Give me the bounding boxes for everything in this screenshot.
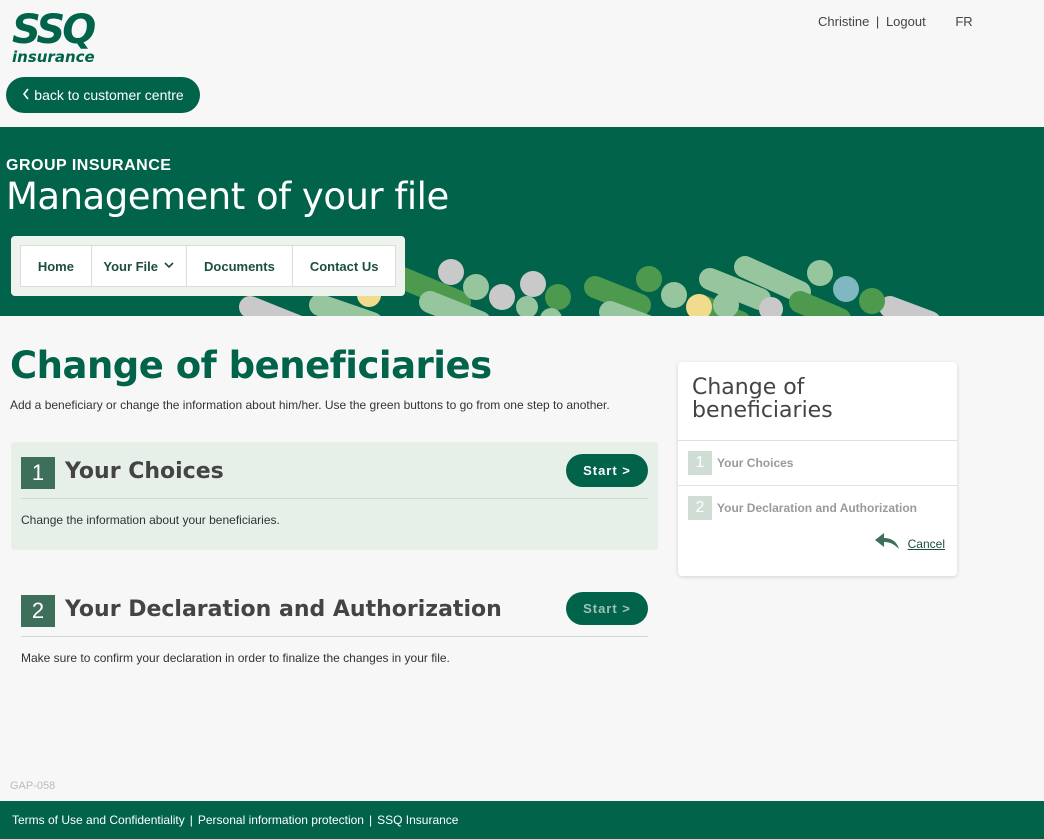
step-title: Your Declaration and Authorization (65, 597, 502, 622)
language-toggle[interactable]: FR (955, 14, 972, 29)
sidebar-item-your-choices[interactable]: 1 Your Choices (688, 451, 793, 475)
ssq-logo[interactable]: SSQ insurance (12, 10, 112, 66)
start-button[interactable]: Start > (566, 592, 648, 625)
sidebar-item-label: Your Declaration and Authorization (717, 501, 918, 515)
nav-bar: Home Your File Documents Contact Us (20, 245, 396, 287)
footer-link-terms[interactable]: Terms of Use and Confidentiality (12, 813, 185, 827)
page-intro: Add a beneficiary or change the informat… (10, 398, 610, 412)
sidebar-item-number: 1 (688, 451, 712, 475)
reply-arrow-icon (874, 532, 900, 555)
banner-title: Management of your file (6, 175, 449, 218)
nav-item-label: Home (37, 258, 74, 274)
sidebar-item-number: 2 (688, 496, 712, 520)
sidebar-title: Change of beneficiaries (692, 375, 833, 423)
footer-link-ssq-insurance[interactable]: SSQ Insurance (377, 813, 458, 827)
step-divider (21, 498, 648, 499)
nav-item-label: Documents (204, 258, 275, 274)
logo-main-text: SSQ (12, 7, 96, 53)
page-title: Change of beneficiaries (10, 344, 492, 387)
cancel-label: Cancel (907, 536, 945, 551)
chevron-left-icon (22, 87, 30, 103)
step-description: Make sure to confirm your declaration in… (21, 651, 450, 665)
back-to-customer-centre-button[interactable]: back to customer centre (6, 77, 200, 113)
footer-separator: | (368, 813, 373, 827)
sidebar-item-label: Your Choices (717, 456, 794, 470)
sidebar-divider (678, 440, 957, 441)
nav-item-your-file[interactable]: Your File (92, 246, 187, 286)
step-divider (21, 636, 648, 637)
page-code: GAP-058 (10, 780, 56, 792)
sidebar-divider (678, 485, 957, 486)
progress-sidebar: Change of beneficiaries 1 Your Choices 2… (678, 362, 957, 576)
user-bar: Christine | Logout FR (818, 14, 973, 29)
banner-kicker: GROUP INSURANCE (6, 157, 172, 174)
nav-item-documents[interactable]: Documents (187, 246, 294, 286)
step-number: 1 (21, 457, 55, 489)
user-name: Christine (818, 14, 870, 29)
step-your-choices: 1 Your Choices Start > Change the inform… (11, 442, 658, 550)
step-title: Your Choices (65, 459, 224, 484)
footer: Terms of Use and Confidentiality | Perso… (0, 801, 1044, 839)
footer-link-privacy[interactable]: Personal information protection (198, 813, 364, 827)
nav-item-contact-us[interactable]: Contact Us (293, 246, 395, 286)
main-navigation: Home Your File Documents Contact Us (11, 236, 405, 296)
nav-item-home[interactable]: Home (21, 246, 92, 286)
back-button-label: back to customer centre (34, 87, 184, 103)
step-number: 2 (21, 595, 55, 627)
user-bar-separator: | (875, 14, 880, 29)
nav-item-label: Contact Us (309, 258, 379, 274)
step-description: Change the information about your benefi… (21, 513, 280, 527)
start-button[interactable]: Start > (566, 454, 648, 487)
nav-item-label: Your File (103, 258, 159, 274)
logo-sub-text: insurance (12, 48, 95, 66)
sidebar-item-declaration[interactable]: 2 Your Declaration and Authorization (688, 496, 917, 520)
cancel-link[interactable]: Cancel (874, 532, 945, 555)
step-declaration-authorization: 2 Your Declaration and Authorization Sta… (11, 580, 658, 680)
logout-link[interactable]: Logout (886, 14, 926, 29)
chevron-down-icon (164, 261, 174, 272)
footer-separator: | (189, 813, 193, 827)
